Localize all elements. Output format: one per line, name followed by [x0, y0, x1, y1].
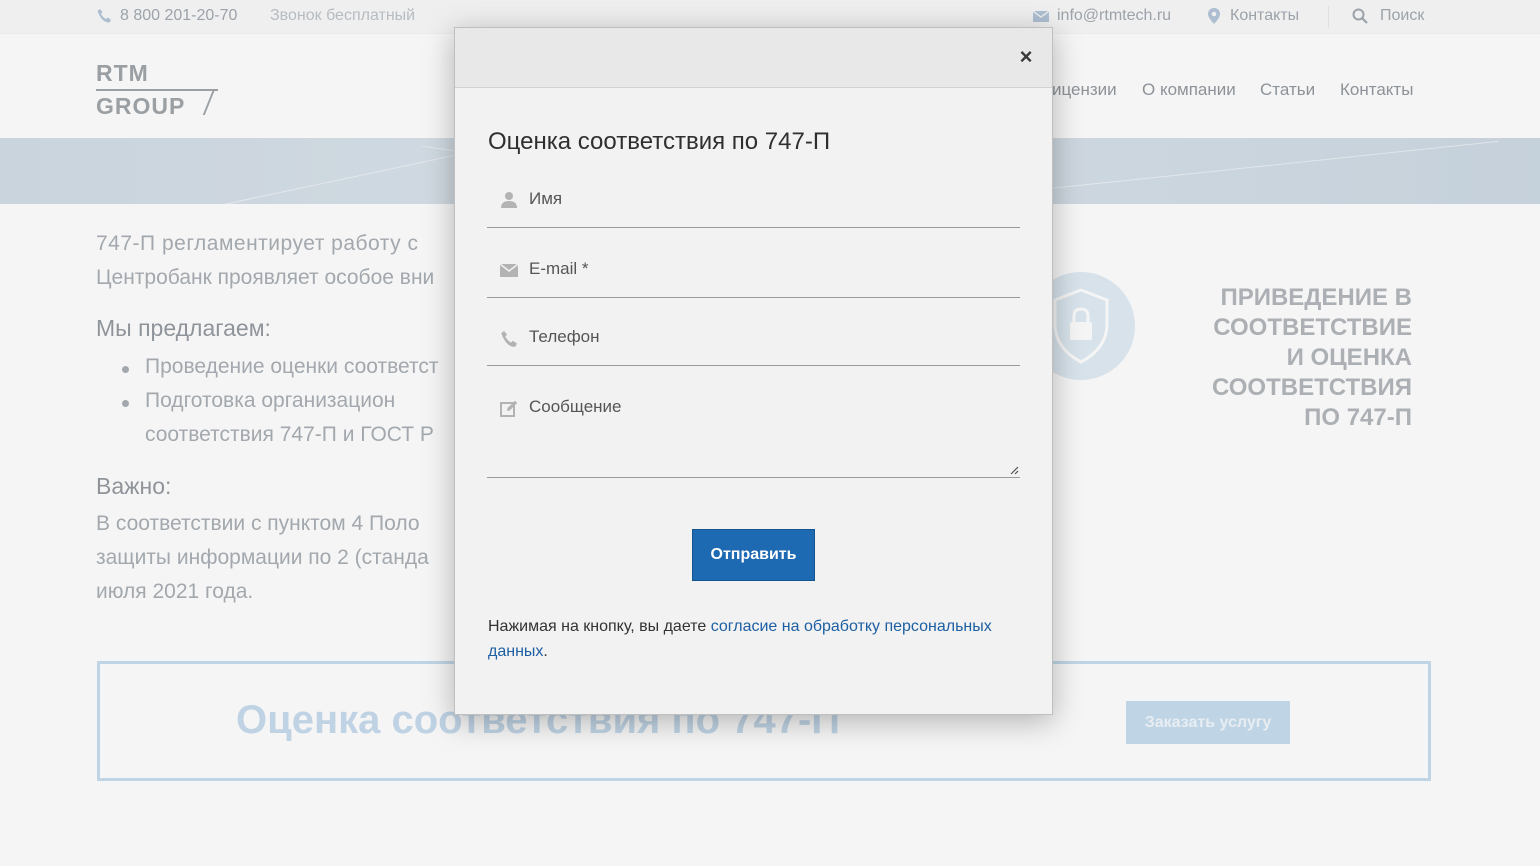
edit-icon: [500, 400, 518, 417]
user-icon: [501, 192, 517, 208]
close-icon[interactable]: ×: [1016, 45, 1036, 69]
message-textarea[interactable]: [529, 397, 999, 457]
phone-input[interactable]: [529, 327, 999, 347]
email-input[interactable]: [529, 259, 999, 279]
resize-handle-icon[interactable]: [1009, 465, 1019, 475]
consent-end: .: [543, 643, 548, 660]
modal-header: ×: [455, 28, 1052, 88]
message-field: [487, 394, 1020, 478]
modal-title: Оценка соответствия по 747-П: [488, 128, 831, 155]
envelope-icon: [500, 263, 518, 277]
phone-field: [487, 324, 1020, 366]
consent-note: Нажимая на кнопку, вы даете согласие на …: [488, 614, 1023, 664]
name-field: [487, 186, 1020, 228]
phone-icon: [501, 331, 517, 347]
submit-button[interactable]: Отправить: [692, 529, 815, 581]
request-modal: × Оценка соответствия по 747-П Отправить…: [454, 27, 1053, 715]
email-field: [487, 256, 1020, 298]
name-input[interactable]: [529, 189, 999, 209]
consent-text: Нажимая на кнопку, вы даете: [488, 618, 711, 635]
